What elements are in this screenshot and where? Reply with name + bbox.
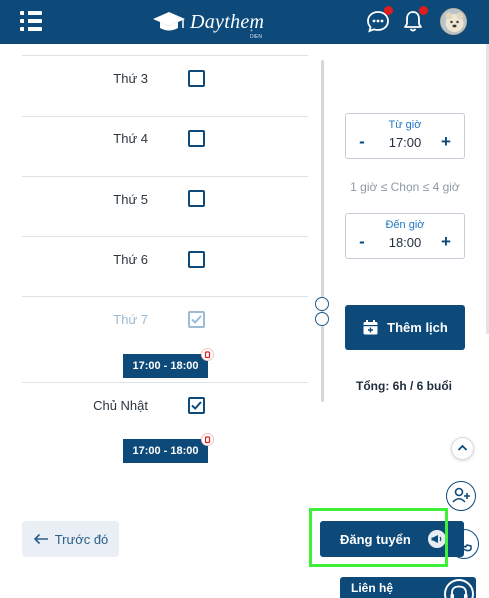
trash-icon <box>204 436 211 444</box>
contact-bar[interactable]: Liên hệ <box>340 577 476 598</box>
time-slot-label: 17:00 - 18:00 <box>132 360 199 372</box>
row-divider <box>22 296 308 297</box>
top-header: Daythem + DIEN <box>0 0 489 44</box>
day-checkbox-fri[interactable] <box>188 251 205 268</box>
graduation-cap-icon <box>153 12 185 31</box>
check-icon <box>191 315 202 324</box>
logo-subtext: + DIEN <box>250 28 262 40</box>
notification-badge <box>419 6 428 15</box>
day-label: Chủ Nhật <box>93 398 148 413</box>
to-time-picker: Đến giờ - 18:00 + <box>345 213 465 259</box>
arrow-left-icon <box>33 533 48 545</box>
post-job-label: Đăng tuyển <box>340 532 411 547</box>
day-label: Thứ 3 <box>113 71 148 86</box>
add-contact-button[interactable] <box>446 481 476 511</box>
time-slot-chip: 17:00 - 18:00 <box>123 433 214 463</box>
add-user-icon <box>452 487 470 503</box>
avatar[interactable] <box>440 8 467 35</box>
trash-icon <box>204 351 211 359</box>
previous-button[interactable]: Trước đó <box>22 521 119 557</box>
previous-label: Trước đó <box>54 531 109 547</box>
day-checkbox-wed[interactable] <box>188 130 205 147</box>
row-divider <box>22 176 308 177</box>
megaphone-icon <box>431 535 442 543</box>
menu-icon[interactable] <box>20 11 42 31</box>
day-label: Thứ 5 <box>113 192 148 207</box>
row-divider <box>22 116 308 117</box>
row-divider <box>22 236 308 237</box>
delete-slot-button[interactable] <box>201 433 214 446</box>
chevron-up-icon <box>457 444 468 451</box>
duration-hint: 1 giờ ≤ Chọn ≤ 4 giờ <box>350 180 460 194</box>
time-slot-label: 17:00 - 18:00 <box>132 445 199 457</box>
day-checkbox-tue[interactable] <box>188 70 205 87</box>
daythem-logo[interactable]: Daythem + DIEN <box>152 7 264 40</box>
day-checkbox-thu[interactable] <box>188 190 205 207</box>
chat-badge <box>384 6 393 15</box>
day-label: Thứ 7 <box>113 312 148 327</box>
day-checkbox-sun[interactable] <box>188 397 205 414</box>
post-job-icon-badge <box>428 530 446 548</box>
add-schedule-button[interactable]: Thêm lịch <box>345 305 465 350</box>
to-time-label: Đến giờ <box>385 219 425 231</box>
row-divider <box>22 55 308 56</box>
row-divider <box>22 382 308 383</box>
notification-button[interactable] <box>400 6 428 34</box>
check-icon <box>191 401 202 410</box>
from-time-picker: Từ giờ - 17:00 + <box>345 113 465 159</box>
range-handle-start[interactable] <box>315 297 329 311</box>
total-summary: Tổng: 6h / 6 buổi <box>356 379 452 393</box>
contact-label: Liên hệ <box>351 581 394 595</box>
support-button[interactable] <box>444 579 474 598</box>
calendar-add-icon <box>363 320 378 335</box>
list-scrollbar[interactable] <box>321 60 324 402</box>
from-time-label: Từ giờ <box>388 119 422 131</box>
range-handle-end[interactable] <box>315 312 329 326</box>
delete-slot-button[interactable] <box>201 348 214 361</box>
from-time-increment[interactable]: + <box>436 132 456 152</box>
to-time-increment[interactable]: + <box>436 232 456 252</box>
day-checkbox-sat[interactable] <box>188 311 205 328</box>
time-slot-chip: 17:00 - 18:00 <box>123 348 214 378</box>
user-avatar-icon <box>441 9 466 34</box>
headset-icon <box>450 585 468 598</box>
day-label: Thứ 4 <box>113 131 148 146</box>
day-label: Thứ 6 <box>113 252 148 267</box>
scroll-top-button[interactable] <box>451 437 474 460</box>
post-job-button[interactable]: Đăng tuyển <box>320 521 464 557</box>
add-schedule-label: Thêm lịch <box>387 320 448 335</box>
chat-button[interactable] <box>365 6 393 34</box>
